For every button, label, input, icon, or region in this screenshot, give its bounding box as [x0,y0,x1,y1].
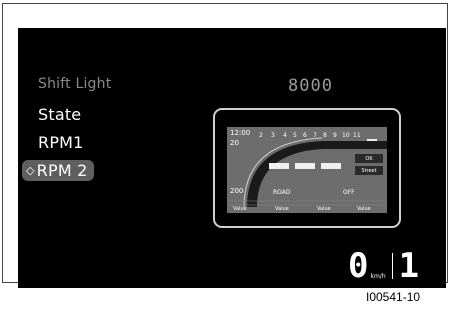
rpm-tick: 2 [259,132,263,139]
preview-footer-value: Value [233,206,247,212]
preview-road-label: ROAD [273,189,291,196]
preview-segment [321,163,341,169]
rpm-tick: 5 [293,132,297,139]
menu-item-label: RPM 2 [36,161,88,180]
menu-item-label: RPM1 [38,133,84,152]
dashboard-screen: Shift Light State RPM1 ◇ RPM 2 8000 12:0… [18,28,446,288]
rpm-tick: 10 [342,132,350,139]
dashboard-preview: 12:00 20 200 2 3 4 5 6 7 8 9 10 11 OK St… [227,127,387,213]
menu-item-shift-light[interactable]: Shift Light [38,76,111,92]
preview-footer-value: Value [317,206,331,212]
rpm-tick: 3 [271,132,275,139]
preview-temp-bottom: 200 [230,187,244,195]
preview-footer-value: Value [357,206,371,212]
speed-gear-divider [391,253,393,279]
rpm-tick: 4 [283,132,287,139]
preview-off-label: OFF [343,189,355,196]
speed-gear-display: 0 km/h 1 [348,247,419,283]
preview-ok-label: OK [365,155,373,162]
preview-segment [295,163,315,169]
speed-unit: km/h [370,273,386,280]
preview-ok-button: OK [355,154,383,163]
rpm-tick: 6 [303,132,307,139]
menu-item-state[interactable]: State [38,105,81,124]
rpm-tick: 8 [323,132,327,139]
rpm-tick: 9 [333,132,337,139]
preview-segment [269,163,289,169]
rpm-value-readout: 8000 [288,76,333,96]
preview-clock: 12:00 [230,129,251,137]
preview-indicator-bar [367,139,377,141]
speed-value: 0 [348,246,369,286]
preview-street-button: Street [355,166,383,175]
rpm-tick: 11 [353,132,361,139]
gear-value: 1 [398,246,420,286]
menu-item-label: Shift Light [38,76,112,92]
selection-marker-icon: ◇ [26,164,35,177]
preview-street-label: Street [361,167,377,174]
menu-item-rpm2[interactable]: ◇ RPM 2 [22,160,94,181]
menu-item-label: State [38,105,82,124]
figure-caption: I00541-10 [366,290,421,304]
preview-footer-value: Value [275,206,289,212]
layout-preview-panel: 12:00 20 200 2 3 4 5 6 7 8 9 10 11 OK St… [213,108,401,228]
menu-item-rpm1[interactable]: RPM1 [38,133,84,152]
preview-temp-top: 20 [230,139,239,147]
rpm-tick: 7 [313,132,317,139]
